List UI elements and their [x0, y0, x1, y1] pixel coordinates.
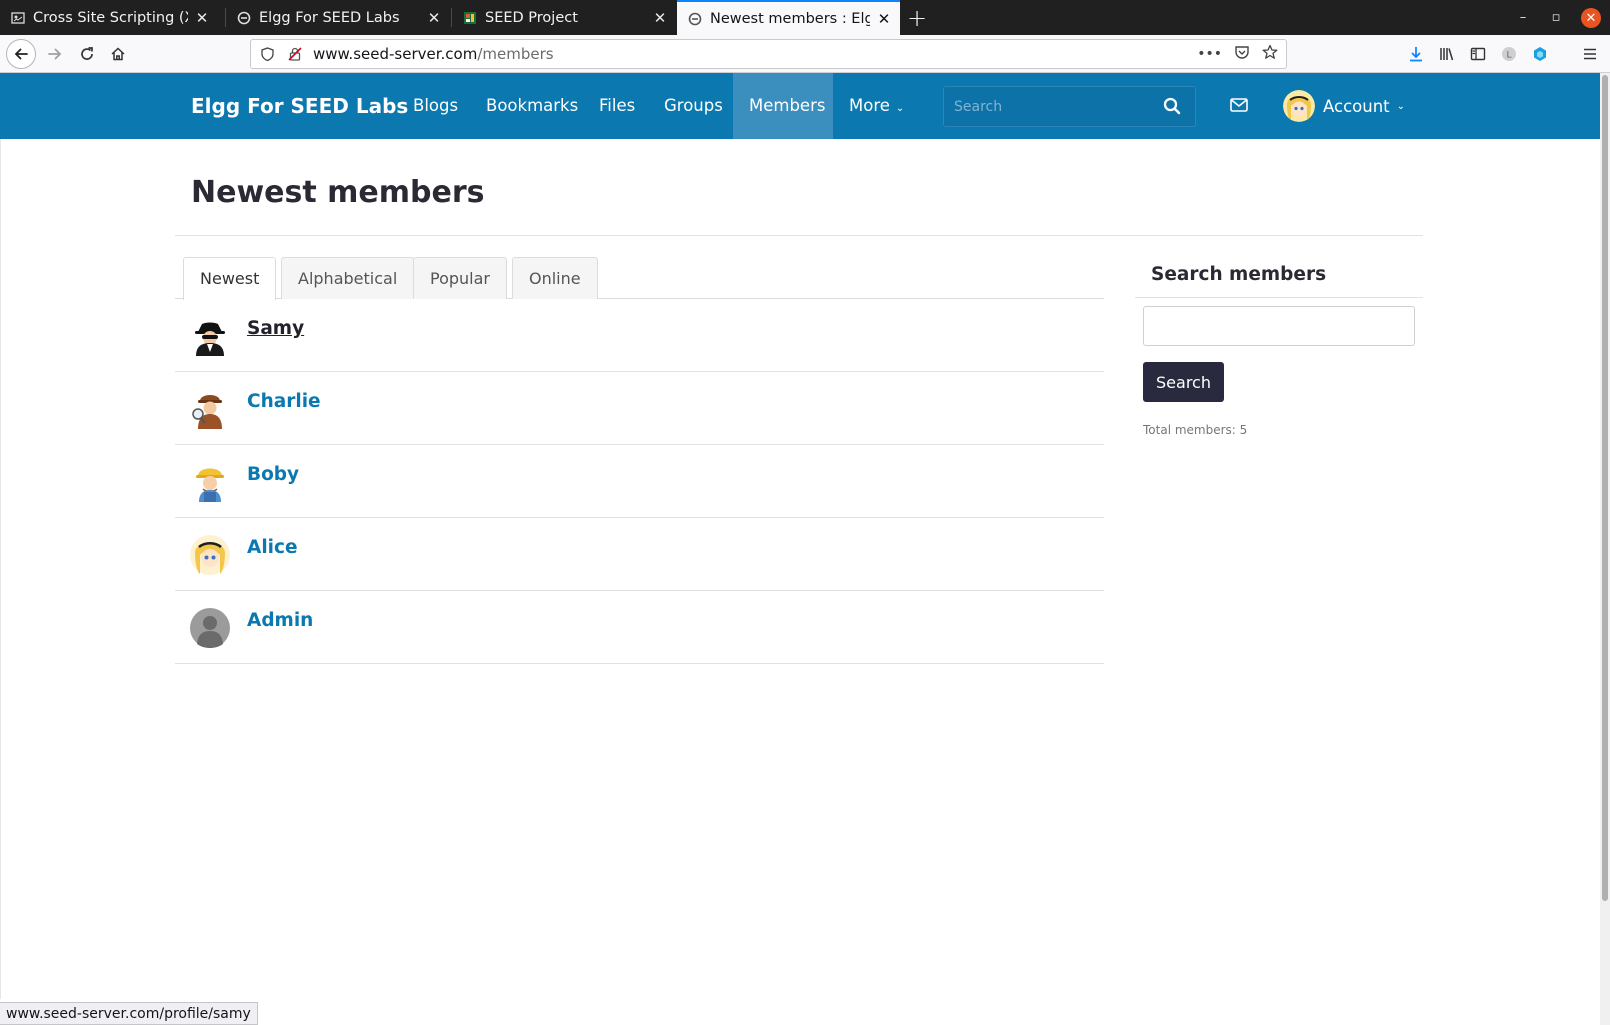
- home-button[interactable]: [103, 39, 133, 69]
- status-bar-url: www.seed-server.com/profile/samy: [0, 1002, 258, 1025]
- url-path: /members: [477, 45, 554, 63]
- account-avatar: [1283, 90, 1315, 122]
- minimize-icon[interactable]: –: [1513, 0, 1533, 35]
- reload-icon: [81, 47, 93, 60]
- browser-tab[interactable]: SEED Project ✕: [452, 0, 676, 35]
- page-actions-icon[interactable]: •••: [1197, 46, 1222, 62]
- tab-online[interactable]: Online: [512, 257, 598, 299]
- menu-item-blogs[interactable]: Blogs: [397, 73, 474, 139]
- new-tab-button[interactable]: +: [902, 0, 932, 35]
- url-text: www.seed-server.com/members: [313, 45, 554, 63]
- menu-item-bookmarks[interactable]: Bookmarks: [470, 73, 594, 139]
- tab-title: Elgg For SEED Labs: [259, 9, 400, 26]
- tab-title: Cross Site Scripting (XSS): [33, 9, 188, 26]
- seed-icon: [462, 10, 478, 26]
- downloads-icon[interactable]: [1402, 39, 1430, 69]
- pocket-icon[interactable]: [1234, 45, 1250, 64]
- bookmark-star-icon[interactable]: [1262, 44, 1278, 64]
- close-tab-icon[interactable]: ✕: [194, 9, 210, 27]
- forward-arrow-icon: [48, 48, 62, 60]
- member-name-link[interactable]: Alice: [247, 537, 298, 558]
- tracking-shield-icon[interactable]: [259, 47, 275, 61]
- alice-avatar[interactable]: [190, 535, 230, 575]
- site-search: [943, 86, 1196, 127]
- menu-item-files[interactable]: Files: [583, 73, 651, 139]
- divider: [175, 235, 1423, 236]
- browser-tab[interactable]: Elgg For SEED Labs ✕: [226, 0, 450, 35]
- list-item: Boby: [175, 445, 1104, 518]
- list-item: Admin: [175, 591, 1104, 664]
- chevron-down-icon: ⌄: [1396, 100, 1406, 112]
- close-tab-icon[interactable]: ✕: [876, 10, 892, 28]
- site-header: Elgg For SEED Labs Blogs Bookmarks Files…: [0, 73, 1600, 139]
- profile-icon[interactable]: L: [1495, 39, 1523, 69]
- back-arrow-icon: [14, 48, 28, 60]
- member-name-link[interactable]: Boby: [247, 464, 299, 485]
- reload-button[interactable]: [72, 39, 102, 69]
- elgg-icon: [687, 11, 703, 27]
- account-label: Account: [1323, 96, 1390, 116]
- tab-alphabetical[interactable]: Alphabetical: [281, 257, 415, 299]
- divider: [1135, 297, 1423, 298]
- member-list: Samy Charlie Boby Alice Admin: [175, 299, 1104, 664]
- menu-item-members[interactable]: Members: [733, 73, 833, 139]
- tab-newest[interactable]: Newest: [183, 257, 277, 300]
- svg-text:L: L: [1506, 51, 1511, 61]
- site-search-input[interactable]: [944, 87, 1154, 126]
- window-close-icon[interactable]: ✕: [1581, 8, 1601, 28]
- restore-icon[interactable]: ▫: [1546, 0, 1566, 35]
- menu-item-groups[interactable]: Groups: [648, 73, 739, 139]
- forward-button[interactable]: [40, 39, 70, 69]
- menu-item-more[interactable]: More ⌄: [833, 73, 920, 139]
- browser-tab-active[interactable]: Newest members : Elgg For SEED Labs ✕: [677, 0, 900, 35]
- page-icon: [10, 10, 26, 26]
- url-host: www.seed-server.com: [313, 45, 478, 63]
- scrollbar-thumb[interactable]: [1602, 75, 1608, 901]
- extension-icon[interactable]: [1526, 39, 1554, 69]
- menu-item-more-label: More: [849, 96, 890, 115]
- tab-title: SEED Project: [485, 9, 578, 26]
- home-icon: [111, 47, 125, 61]
- default-user-avatar[interactable]: [190, 608, 230, 648]
- browser-tab[interactable]: Cross Site Scripting (XSS) ✕: [0, 0, 218, 35]
- sidebar-icon[interactable]: [1464, 39, 1492, 69]
- member-name-link[interactable]: Charlie: [247, 391, 321, 412]
- menu-hamburger-icon[interactable]: [1576, 39, 1604, 69]
- list-item: Alice: [175, 518, 1104, 591]
- member-search-input[interactable]: [1143, 306, 1415, 346]
- tab-title: Newest members : Elgg For SEED Labs: [710, 10, 870, 27]
- insecure-lock-icon[interactable]: [287, 47, 303, 61]
- back-button[interactable]: [6, 39, 36, 69]
- close-tab-icon[interactable]: ✕: [426, 9, 442, 27]
- detective-avatar[interactable]: [190, 389, 230, 429]
- browser-tabstrip: Cross Site Scripting (XSS) ✕ Elgg For SE…: [0, 0, 1610, 35]
- mail-icon[interactable]: [1229, 95, 1249, 115]
- list-item: Samy: [175, 299, 1104, 372]
- builder-avatar[interactable]: [190, 462, 230, 502]
- browser-toolbar: www.seed-server.com/members ••• L: [0, 35, 1610, 73]
- account-menu[interactable]: Account ⌄: [1283, 73, 1405, 139]
- page-title: Newest members: [191, 175, 485, 210]
- spy-avatar[interactable]: [190, 316, 230, 356]
- elgg-icon: [236, 10, 252, 26]
- member-name-link[interactable]: Admin: [247, 610, 313, 631]
- sidebar-title: Search members: [1151, 264, 1327, 285]
- total-members: Total members: 5: [1143, 423, 1248, 437]
- tab-popular[interactable]: Popular: [413, 257, 507, 299]
- page-scrollbar[interactable]: [1600, 73, 1610, 1025]
- member-name-link[interactable]: Samy: [247, 318, 304, 339]
- close-tab-icon[interactable]: ✕: [652, 9, 668, 27]
- member-search-button[interactable]: Search: [1143, 362, 1224, 402]
- list-item: Charlie: [175, 372, 1104, 445]
- site-brand[interactable]: Elgg For SEED Labs: [191, 73, 408, 139]
- member-tabs: Newest Alphabetical Popular Online: [175, 257, 1104, 300]
- chevron-down-icon: ⌄: [895, 103, 905, 114]
- library-icon[interactable]: [1433, 39, 1461, 69]
- search-icon[interactable]: [1163, 97, 1181, 115]
- url-bar[interactable]: www.seed-server.com/members •••: [250, 39, 1287, 69]
